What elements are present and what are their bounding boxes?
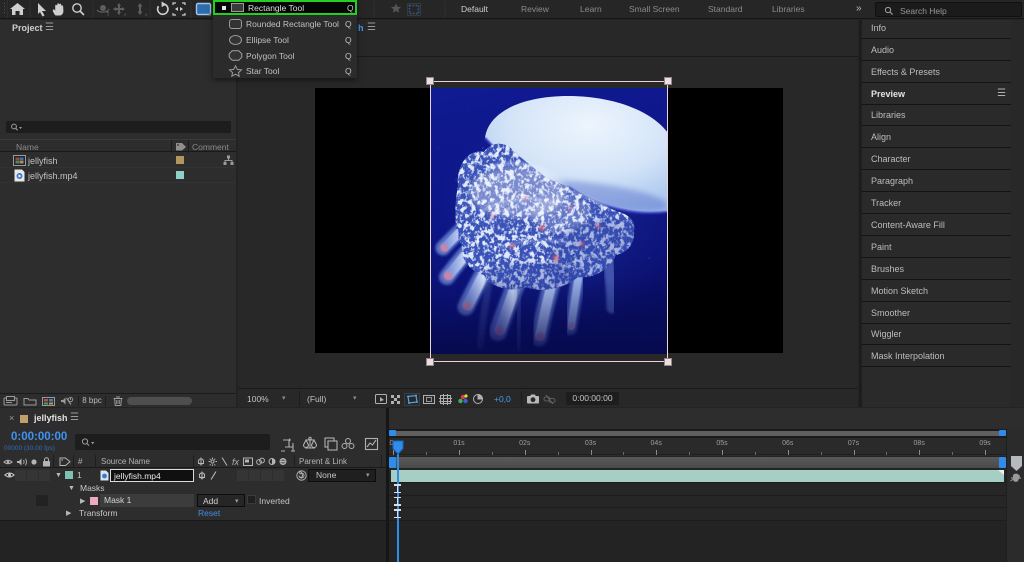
svg-text:fx: fx [232, 457, 240, 467]
